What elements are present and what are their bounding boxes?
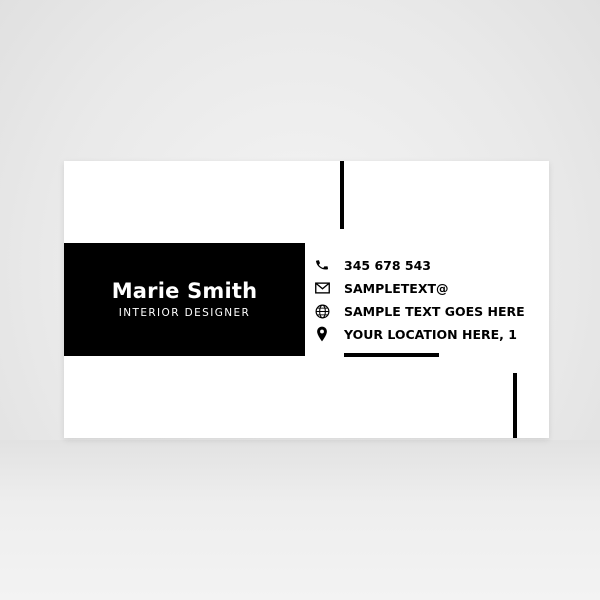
mail-icon [312, 278, 332, 298]
name-band: Marie Smith INTERIOR DESIGNER [64, 243, 305, 356]
website-text: SAMPLE TEXT GOES HERE [344, 303, 525, 319]
contact-website: SAMPLE TEXT GOES HERE [312, 301, 525, 321]
business-card: Marie Smith INTERIOR DESIGNER 345 678 54… [64, 161, 549, 438]
decorative-bar-bottom [513, 373, 517, 438]
contact-location: YOUR LOCATION HERE, 1 [312, 324, 517, 344]
person-name: Marie Smith [111, 279, 258, 303]
location-text: YOUR LOCATION HERE, 1 [344, 326, 517, 342]
decorative-bar-top [340, 161, 344, 229]
location-pin-icon [312, 324, 332, 344]
decorative-underline [344, 353, 439, 357]
phone-icon [312, 255, 332, 275]
job-title: INTERIOR DESIGNER [118, 307, 251, 319]
globe-icon [312, 301, 332, 321]
contact-email: SAMPLETEXT@ [312, 278, 449, 298]
phone-number: 345 678 543 [344, 257, 431, 273]
backdrop-floor [0, 440, 600, 600]
contact-phone: 345 678 543 [312, 255, 431, 275]
email-address: SAMPLETEXT@ [344, 280, 449, 296]
